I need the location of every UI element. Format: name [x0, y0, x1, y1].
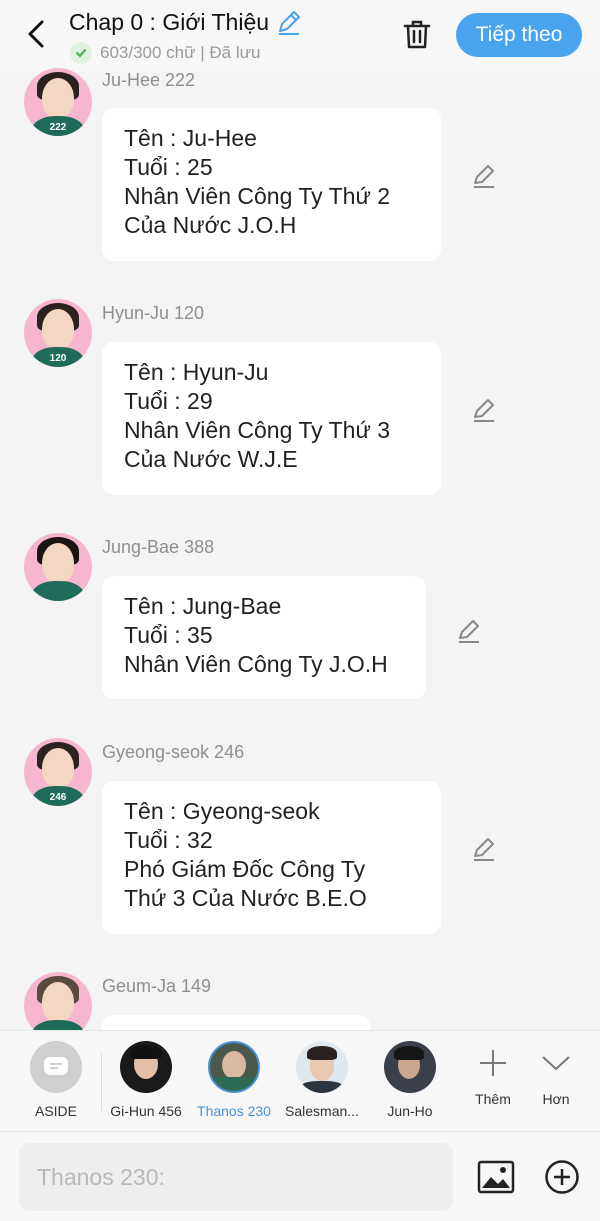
plus-circle-icon	[545, 1160, 579, 1194]
character-chip[interactable]: Jun-Ho	[367, 1041, 453, 1119]
character-bar: ASIDE Gi-Hun 456 Thanos 230 Salesman... …	[0, 1030, 600, 1132]
chapter-title-text: Chap 0 : Giới Thiệu	[69, 8, 270, 35]
avatar[interactable]	[24, 972, 92, 1030]
message-line: Tên : Ju-Hee	[124, 125, 257, 151]
message-line: Nhân Viên Công Ty Thứ 2	[124, 183, 391, 209]
next-button[interactable]: Tiếp theo	[456, 13, 582, 57]
character-label: Thanos 230	[197, 1103, 271, 1119]
more-label: Hơn	[542, 1091, 570, 1107]
message-bubble[interactable]: Tên : Jung-Bae Tuổi : 35 Nhân Viên Công …	[102, 576, 426, 699]
trash-icon	[403, 20, 431, 49]
avatar[interactable]: 222	[24, 68, 92, 136]
aside-button[interactable]: ASIDE	[13, 1041, 99, 1119]
avatar	[296, 1041, 348, 1093]
character-name: Hyun-Ju 120	[102, 303, 205, 323]
add-character-button[interactable]: Thêm	[463, 1043, 523, 1107]
avatar	[384, 1041, 436, 1093]
message-line: Tên : Gyeong-seok	[124, 798, 320, 824]
message-line: Tên : Hyun-Ju	[124, 359, 269, 385]
chapter-title[interactable]: Chap 0 : Giới Thiệu	[69, 8, 303, 36]
more-button[interactable]: Hơn	[526, 1043, 586, 1107]
avatar[interactable]: 120	[24, 299, 92, 367]
message-line: Tuổi : 25	[124, 154, 213, 180]
avatar[interactable]	[24, 533, 92, 601]
message-bubble[interactable]: Tên : Ju-Hee Tuổi : 25 Nhân Viên Công Ty…	[102, 108, 441, 261]
message-bubble[interactable]	[102, 1015, 370, 1030]
image-icon	[477, 1160, 515, 1194]
message-line: Của Nước W.J.E	[124, 446, 298, 472]
character-chip[interactable]: Gi-Hun 456	[103, 1041, 189, 1119]
avatar	[208, 1041, 260, 1093]
edit-title-icon[interactable]	[275, 8, 303, 36]
message-item: Geum-Ja 149	[0, 972, 600, 1030]
edit-message-button[interactable]	[470, 396, 498, 424]
message-line: Tuổi : 35	[124, 622, 213, 648]
message-line: Thứ 3 Của Nước B.E.O	[124, 885, 367, 911]
character-name: Gyeong-seok 246	[102, 742, 245, 762]
message-bubble[interactable]: Tên : Hyun-Ju Tuổi : 29 Nhân Viên Công T…	[102, 342, 441, 495]
character-name: Ju-Hee 222	[102, 70, 196, 90]
check-icon	[70, 42, 92, 64]
message-line: Nhân Viên Công Ty J.O.H	[124, 651, 388, 677]
message-line: Nhân Viên Công Ty Thứ 3	[124, 417, 391, 443]
avatar-number: 246	[49, 792, 67, 803]
chevron-left-icon	[28, 20, 44, 48]
pencil-icon	[474, 399, 494, 422]
pencil-icon	[474, 165, 494, 188]
plus-icon	[463, 1043, 523, 1083]
avatar[interactable]: 246	[24, 738, 92, 806]
character-label: Salesman...	[285, 1103, 359, 1119]
message-line: Phó Giám Đốc Công Ty	[124, 856, 366, 882]
character-name: Jung-Bae 388	[102, 537, 215, 557]
message-line: Tên : Jung-Bae	[124, 593, 282, 619]
avatar-number: 222	[49, 122, 67, 133]
message-input[interactable]	[19, 1143, 453, 1211]
message-line: Tuổi : 32	[124, 827, 213, 853]
edit-message-button[interactable]	[470, 835, 498, 863]
pencil-icon	[474, 838, 494, 861]
edit-message-button[interactable]	[455, 617, 483, 645]
delete-button[interactable]	[398, 14, 436, 54]
add-content-button[interactable]	[542, 1157, 582, 1197]
aside-label: ASIDE	[34, 1103, 77, 1119]
character-chip[interactable]: Salesman...	[279, 1041, 365, 1119]
edit-message-button[interactable]	[470, 162, 498, 190]
avatar-number: 120	[49, 353, 67, 364]
character-label: Gi-Hun 456	[110, 1103, 182, 1119]
composer	[0, 1133, 600, 1221]
pencil-icon	[459, 620, 479, 643]
chat-bubble-icon	[30, 1041, 82, 1093]
divider	[101, 1053, 102, 1111]
save-status: 603/300 chữ | Đã lưu	[70, 42, 260, 64]
add-label: Thêm	[475, 1091, 511, 1107]
top-bar: Chap 0 : Giới Thiệu 603/300 chữ | Đã lưu…	[0, 0, 600, 72]
message-line: Tuổi : 29	[124, 388, 213, 414]
word-count-status: 603/300 chữ | Đã lưu	[100, 43, 261, 62]
character-name: Geum-Ja 149	[102, 976, 212, 996]
message-bubble[interactable]: Tên : Gyeong-seok Tuổi : 32 Phó Giám Đốc…	[102, 781, 441, 934]
back-button[interactable]	[20, 16, 52, 52]
character-chip[interactable]: Thanos 230	[191, 1041, 277, 1119]
avatar	[120, 1041, 172, 1093]
character-label: Jun-Ho	[387, 1103, 433, 1119]
insert-image-button[interactable]	[476, 1157, 516, 1197]
chevron-down-icon	[526, 1043, 586, 1083]
message-line: Của Nước J.O.H	[124, 212, 297, 238]
